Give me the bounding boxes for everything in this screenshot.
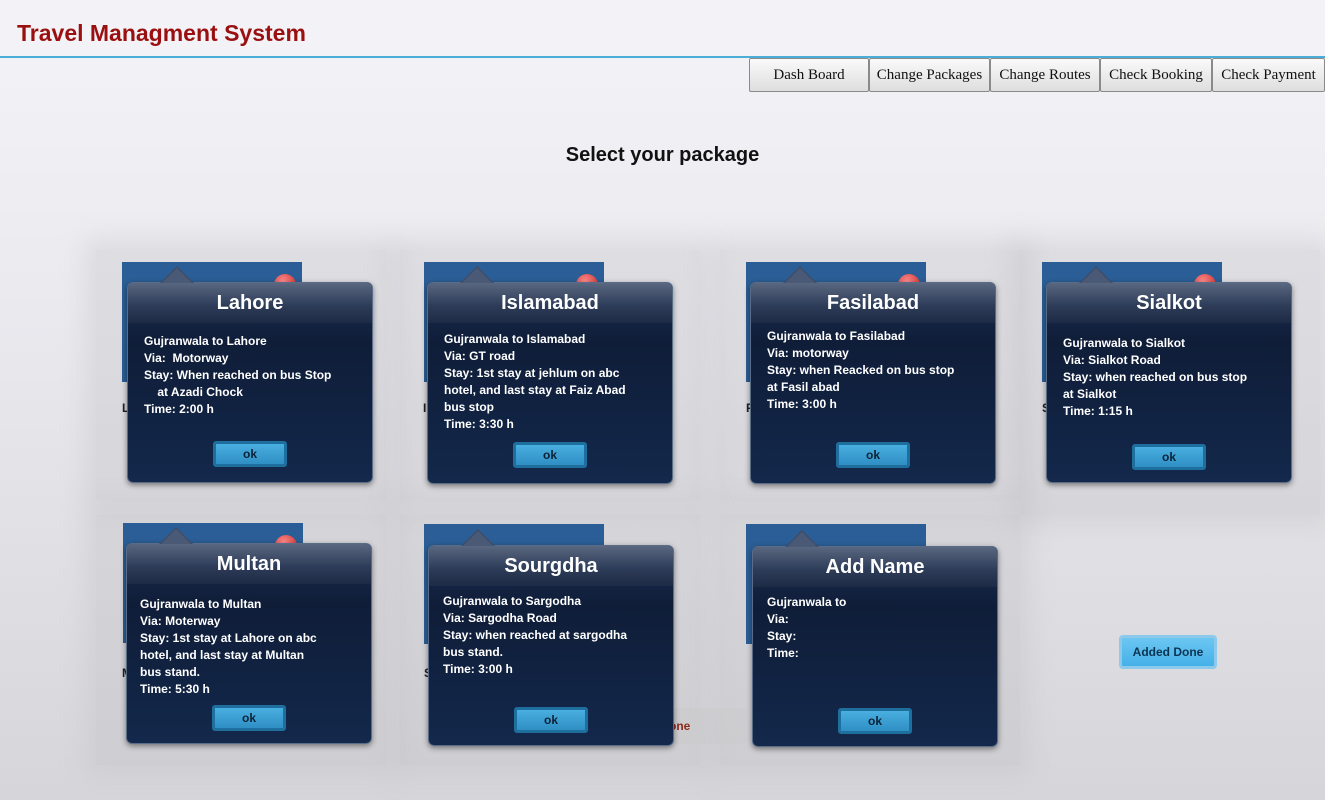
package-details: Gujranwala to Via: Stay: Time: <box>767 594 987 662</box>
package-stay-cont: bus stop <box>444 400 494 414</box>
nav-change-packages-button[interactable]: Change Packages <box>869 58 990 92</box>
package-route: Gujranwala to Sargodha <box>443 594 582 608</box>
package-stay-cont: bus stand. <box>443 645 504 659</box>
package-details: Gujranwala to Sialkot Via: Sialkot Road … <box>1063 335 1281 420</box>
top-nav: Dash Board Change Packages Change Routes… <box>749 58 1325 92</box>
package-time: Time: 3:00 h <box>767 397 837 411</box>
package-route: Gujranwala to <box>767 595 847 609</box>
package-stay-cont: bus stand. <box>140 665 201 679</box>
app-header: Travel Managment System <box>0 0 1325 58</box>
package-title: Add Name <box>825 555 925 578</box>
ok-button[interactable]: ok <box>1132 444 1206 470</box>
package-card-sialkot: Sialkot Gujranwala to Sialkot Via: Sialk… <box>1046 266 1292 483</box>
package-stay-cont: at Sialkot <box>1063 387 1117 401</box>
package-via: Via: motorway <box>767 346 849 360</box>
nav-check-booking-button[interactable]: Check Booking <box>1100 58 1212 92</box>
ok-button[interactable]: ok <box>836 442 910 468</box>
package-title: Sourgdha <box>504 554 598 577</box>
package-card-add-name: Add Name Gujranwala to Via: Stay: Time: … <box>752 530 998 747</box>
package-card-fasilabad: Fasilabad Gujranwala to Fasilabad Via: m… <box>750 266 996 484</box>
package-stay-cont: hotel, and last stay at Faiz Abad <box>444 383 626 397</box>
package-time: Time: 2:00 h <box>144 402 214 416</box>
package-stay-cont: at Azadi Chock <box>144 385 243 399</box>
package-via: Via: Moterway <box>140 614 221 628</box>
package-title: Islamabad <box>501 291 599 314</box>
package-stay: Stay: When reached on bus Stop <box>144 368 332 382</box>
nav-change-routes-button[interactable]: Change Routes <box>990 58 1100 92</box>
package-route: Gujranwala to Islamabad <box>444 332 586 346</box>
package-details: Gujranwala to Islamabad Via: GT road Sta… <box>444 331 662 433</box>
package-card-multan: Multan Gujranwala to Multan Via: Moterwa… <box>126 527 372 744</box>
package-route: Gujranwala to Multan <box>140 597 262 611</box>
package-title: Multan <box>216 552 282 575</box>
package-time: Time: 5:30 h <box>140 682 210 696</box>
package-route: Gujranwala to Lahore <box>144 334 267 348</box>
package-via: Via: Sialkot Road <box>1063 353 1161 367</box>
package-time: Time: 3:30 h <box>444 417 514 431</box>
package-details: Gujranwala to Multan Via: Moterway Stay:… <box>140 596 361 698</box>
package-card-lahore: Lahore Gujranwala to Lahore Via: Motorwa… <box>127 266 373 483</box>
nav-check-payment-button[interactable]: Check Payment <box>1212 58 1325 92</box>
package-details: Gujranwala to Fasilabad Via: motorway St… <box>767 328 985 413</box>
package-via: Via: GT road <box>444 349 516 363</box>
nav-dashboard-button[interactable]: Dash Board <box>749 58 869 92</box>
package-details: Gujranwala to Sargodha Via: Sargodha Roa… <box>443 593 663 678</box>
package-card-islamabad: Islamabad Gujranwala to Islamabad Via: G… <box>427 266 673 484</box>
app-title: Travel Managment System <box>17 20 306 46</box>
package-time: Time: 1:15 h <box>1063 404 1133 418</box>
ok-button[interactable]: ok <box>212 705 286 731</box>
package-stay-cont: hotel, and last stay at Multan <box>140 648 305 662</box>
package-via: Via: Sargodha Road <box>443 611 557 625</box>
added-done-button[interactable]: Added Done <box>1119 635 1217 669</box>
package-time: Time: 3:00 h <box>443 662 513 676</box>
page-heading: Select your package <box>565 144 760 166</box>
package-stay: Stay: when reached at sargodha <box>443 628 628 642</box>
package-stay: Stay: when Reacked on bus stop <box>767 363 955 377</box>
package-time: Time: <box>767 646 799 660</box>
package-title: Sialkot <box>1136 291 1202 314</box>
package-stay: Stay: 1st stay at jehlum on abc <box>444 366 620 380</box>
package-via: Via: Motorway <box>144 351 229 365</box>
ok-button[interactable]: ok <box>213 441 287 467</box>
package-stay-cont: at Fasil abad <box>767 380 840 394</box>
package-stay: Stay: <box>767 629 797 643</box>
package-title: Fasilabad <box>826 291 920 314</box>
package-details: Gujranwala to Lahore Via: Motorway Stay:… <box>144 333 362 418</box>
package-stay: Stay: when reached on bus stop <box>1063 370 1248 384</box>
package-route: Gujranwala to Fasilabad <box>767 329 906 343</box>
package-route: Gujranwala to Sialkot <box>1063 336 1186 350</box>
ok-button[interactable]: ok <box>513 442 587 468</box>
package-via: Via: <box>767 612 789 626</box>
package-title: Lahore <box>216 291 284 314</box>
package-stay: Stay: 1st stay at Lahore on abc <box>140 631 317 645</box>
ok-button[interactable]: ok <box>514 707 588 733</box>
ok-button[interactable]: ok <box>838 708 912 734</box>
package-card-sourgdha: Sourgdha Gujranwala to Sargodha Via: Sar… <box>428 529 674 746</box>
